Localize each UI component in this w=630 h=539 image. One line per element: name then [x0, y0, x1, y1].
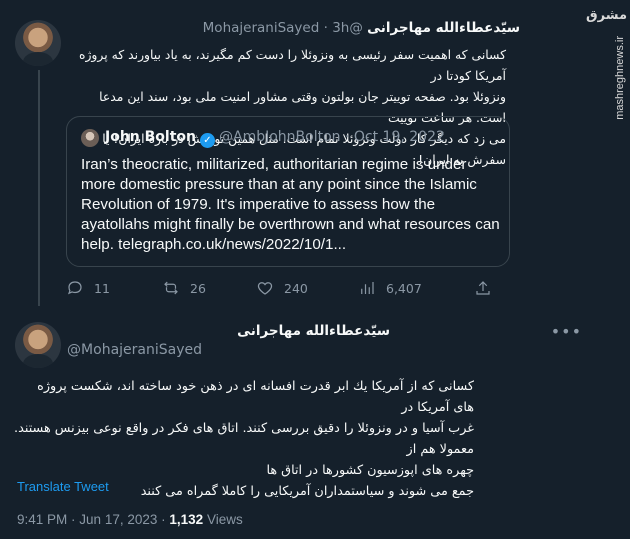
like-count: 240	[284, 280, 308, 296]
tweet2-text-line: چهره های اپوزسیون کشورها در اتاق ها	[266, 463, 474, 478]
tweet1-text-line: کسانی که اهمیت سفر رئیسی به ونزوئلا را د…	[78, 47, 506, 83]
tweet1-header: سیّدعطاءالله مهاجرانی @MohajeraniSayed ·…	[202, 20, 520, 36]
tweet1-actions: 11 26 240 6,407	[66, 278, 506, 298]
quoted-date: Oct 19, 2022	[353, 129, 445, 145]
verified-badge-icon: ✓	[200, 133, 215, 148]
quoted-tweet[interactable]: John Bolton ✓ @AmbJohnBolton · Oct 19, 202…	[66, 116, 510, 267]
quoted-text: Iran’s theocratic, militarized, authorit…	[81, 156, 500, 253]
share-icon	[476, 281, 490, 295]
quoted-header: John Bolton ✓ @AmbJohnBolton · Oct 19, 202…	[105, 129, 445, 148]
tweet2-display-name[interactable]: سیّدعطاءالله مهاجرانی	[237, 323, 390, 339]
views-count: 6,407	[386, 280, 422, 296]
views-button[interactable]: 6,407	[358, 278, 422, 298]
reply-icon	[67, 281, 82, 295]
reply-button[interactable]: 11	[66, 278, 110, 298]
avatar[interactable]	[15, 322, 61, 368]
tweet2-text-line: غرب آسیا و در ونزوئلا را دقیق بررسی کنند…	[14, 421, 474, 457]
avatar[interactable]	[15, 20, 61, 66]
tweet2-handle[interactable]: @MohajeraniSayed	[67, 342, 202, 358]
retweet-count: 26	[190, 280, 206, 296]
heart-icon	[257, 282, 273, 295]
tweet2-views-count: 1,132	[169, 512, 204, 527]
views-icon	[361, 282, 374, 294]
retweet-button[interactable]: 26	[162, 278, 206, 298]
watermark: مشرق mashreghnews.ir	[586, 0, 630, 125]
more-options-icon[interactable]: •••	[551, 322, 582, 341]
like-button[interactable]: 240	[256, 278, 308, 298]
watermark-site: mashreghnews.ir	[614, 36, 626, 120]
reply-count: 11	[94, 280, 110, 296]
thread-line	[38, 70, 40, 306]
quoted-name: John Bolton	[105, 129, 196, 145]
quoted-handle: @AmbJohnBolton	[219, 129, 341, 145]
tweet1-display-name[interactable]: سیّدعطاءالله مهاجرانی	[367, 20, 520, 36]
tweet2-meta: 9:41 PM · Jun 17, 2023 · 1,132 Views	[17, 512, 243, 527]
retweet-icon	[164, 281, 178, 295]
share-button[interactable]	[474, 278, 492, 298]
tweet2-text-line: کسانی که از آمریکا یك ابر قدرت افسانه ای…	[37, 379, 474, 415]
tweet2-date[interactable]: Jun 17, 2023	[79, 512, 157, 527]
translate-tweet-link[interactable]: Translate Tweet	[17, 479, 109, 494]
watermark-logo: مشرق	[586, 8, 627, 23]
tweet1-time[interactable]: 3h	[332, 20, 349, 36]
tweet2-time[interactable]: 9:41 PM	[17, 512, 67, 527]
tweet2-views-label: Views	[206, 512, 243, 527]
quoted-avatar	[81, 129, 99, 147]
